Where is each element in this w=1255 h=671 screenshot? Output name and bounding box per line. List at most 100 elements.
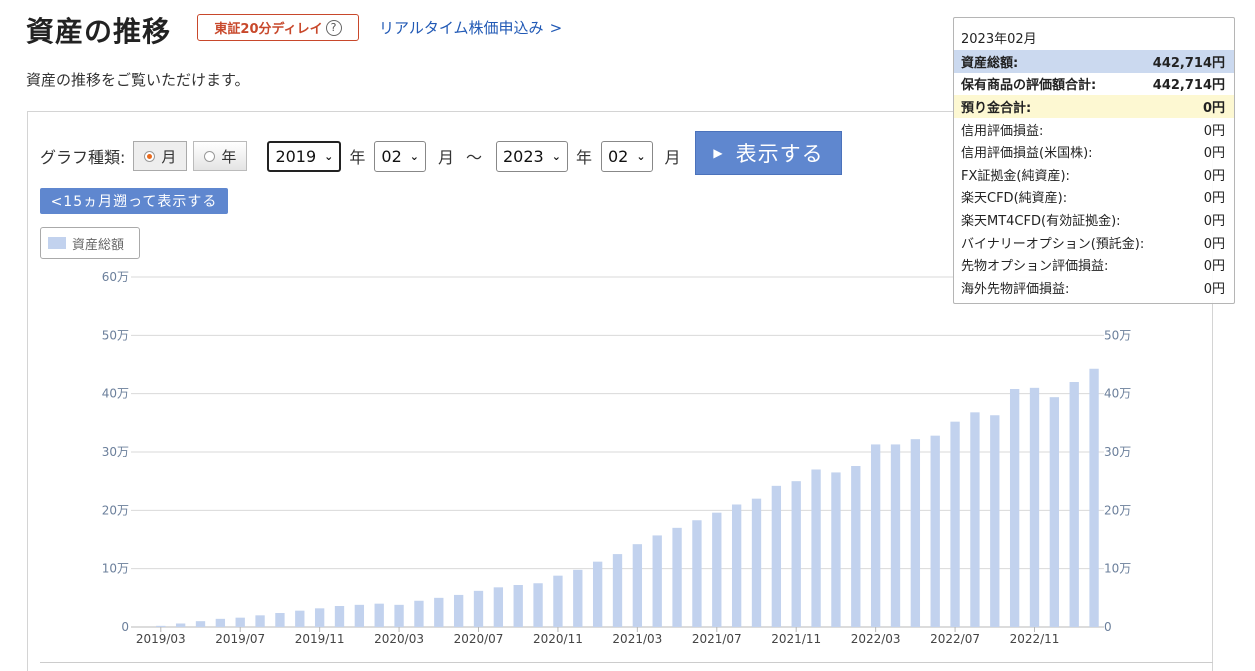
chart-bar	[215, 618, 226, 627]
chart-bar	[970, 412, 980, 627]
chart-bar	[751, 498, 762, 627]
y-right-tick-label: 50万	[1104, 328, 1131, 342]
tooltip-row-value: 442,714円	[1152, 55, 1225, 71]
tooltip-row: 楽天MT4CFD(有効証拠金): 0円	[954, 208, 1234, 231]
tooltip-row-label: 楽天CFD(純資産):	[961, 191, 1068, 207]
chart-bar	[453, 594, 464, 627]
x-tick-label: 2019/07	[215, 632, 265, 646]
tooltip-row-label: 資産総額:	[961, 55, 1019, 71]
tooltip-row-label: バイナリーオプション(預託金):	[961, 236, 1145, 252]
tooltip-row: 楽天CFD(純資産): 0円	[954, 186, 1234, 209]
tooltip-row-value: 0円	[1203, 168, 1225, 184]
chart-bar	[493, 587, 504, 627]
chart-bar	[652, 535, 662, 627]
chart-bar	[513, 585, 523, 627]
x-tick-label: 2019/11	[295, 632, 345, 646]
chart-bar	[295, 610, 305, 627]
chart-bar	[414, 600, 424, 627]
chart-bar	[612, 554, 623, 627]
chart-tooltip: 2023年02月 資産総額: 442,714円保有商品の評価額合計: 442,714…	[953, 17, 1235, 304]
chart-bar	[712, 512, 722, 627]
chart-bar	[374, 603, 384, 627]
chart-bar	[573, 569, 583, 627]
chart-bar	[1049, 397, 1060, 627]
tooltip-row-label: 先物オプション評価損益:	[961, 259, 1109, 275]
tooltip-row-value: 0円	[1203, 236, 1225, 252]
chart-bar	[314, 608, 325, 627]
chart-bar	[1069, 382, 1079, 627]
x-tick-label: 2021/11	[771, 632, 821, 646]
chart-bar	[592, 561, 603, 627]
y-tick-label: 30万	[102, 445, 129, 459]
chart-bar	[354, 604, 365, 627]
y-tick-label: 20万	[102, 503, 129, 517]
chart-bar	[791, 481, 801, 627]
tooltip-row-value: 0円	[1202, 100, 1225, 116]
x-tick-label: 2021/03	[612, 632, 662, 646]
chart-bar	[1009, 389, 1020, 627]
y-tick-label: 10万	[102, 562, 129, 576]
tooltip-row-label: 預り金合計:	[961, 100, 1032, 116]
x-tick-label: 2020/07	[454, 632, 504, 646]
chart-bar	[1029, 387, 1040, 627]
tooltip-row-value: 0円	[1203, 281, 1225, 297]
tooltip-row-label: 信用評価損益(米国株):	[961, 146, 1093, 162]
tooltip-row: 海外先物評価損益: 0円	[954, 276, 1234, 299]
tooltip-row-label: 信用評価損益:	[961, 123, 1044, 139]
tooltip-row: 保有商品の評価額合計: 442,714円	[954, 73, 1234, 96]
chart-bar	[870, 444, 881, 627]
tooltip-row-value: 0円	[1203, 259, 1225, 275]
chart-bar	[851, 466, 861, 627]
tooltip-date: 2023年02月	[961, 32, 1037, 47]
chart-bar	[553, 575, 563, 627]
chart-bar	[950, 421, 960, 627]
chart-bar	[771, 485, 782, 627]
divider	[40, 662, 1213, 663]
y-tick-label: 40万	[102, 387, 129, 401]
y-right-tick-label: 30万	[1104, 445, 1131, 459]
tooltip-row-label: 楽天MT4CFD(有効証拠金):	[961, 213, 1121, 229]
tooltip-row: 資産総額: 442,714円	[954, 50, 1234, 73]
chart-bar	[156, 625, 166, 627]
chart-bar	[890, 444, 901, 627]
tooltip-row-value: 0円	[1203, 191, 1225, 207]
chart-bar	[334, 606, 345, 627]
chart-bar	[632, 544, 643, 627]
chart-bar	[175, 623, 186, 627]
tooltip-row: FX証拠金(純資産): 0円	[954, 163, 1234, 186]
chart-bar	[811, 469, 821, 627]
y-right-tick-label: 20万	[1104, 503, 1131, 517]
chart-bar	[910, 439, 921, 627]
chart-bar	[692, 520, 702, 627]
x-tick-label: 2019/03	[136, 632, 186, 646]
x-tick-label: 2020/11	[533, 632, 583, 646]
chart-bar	[990, 415, 1000, 627]
chart-bar	[195, 621, 206, 627]
y-right-tick-label: 10万	[1104, 562, 1131, 576]
tooltip-row-value: 0円	[1203, 123, 1225, 139]
tooltip-row-label: 海外先物評価損益:	[961, 281, 1070, 297]
tooltip-row: 信用評価損益(米国株): 0円	[954, 140, 1234, 163]
x-tick-label: 2022/03	[851, 632, 901, 646]
tooltip-row: 信用評価損益: 0円	[954, 118, 1234, 141]
chart-bar	[394, 604, 404, 627]
tooltip-row-label: FX証拠金(純資産):	[961, 168, 1070, 184]
y-tick-label: 60万	[102, 270, 129, 284]
chart-bar	[831, 472, 841, 627]
tooltip-row-value: 0円	[1203, 213, 1225, 229]
chart-bar	[930, 435, 940, 627]
y-right-tick-label: 40万	[1104, 387, 1131, 401]
chart-bar	[473, 590, 484, 627]
y-tick-label: 0	[121, 620, 129, 634]
x-tick-label: 2020/03	[374, 632, 424, 646]
chart-bar	[255, 615, 265, 627]
chart-bar	[235, 617, 245, 627]
tooltip-row: 先物オプション評価損益: 0円	[954, 253, 1234, 276]
x-tick-label: 2022/07	[930, 632, 980, 646]
tooltip-row: バイナリーオプション(預託金): 0円	[954, 231, 1234, 254]
chart-bar	[533, 583, 543, 627]
tooltip-row: 預り金合計: 0円	[954, 95, 1234, 118]
x-tick-label: 2021/07	[692, 632, 742, 646]
y-right-tick-label: 0	[1104, 620, 1112, 634]
chart-bar	[731, 504, 742, 627]
